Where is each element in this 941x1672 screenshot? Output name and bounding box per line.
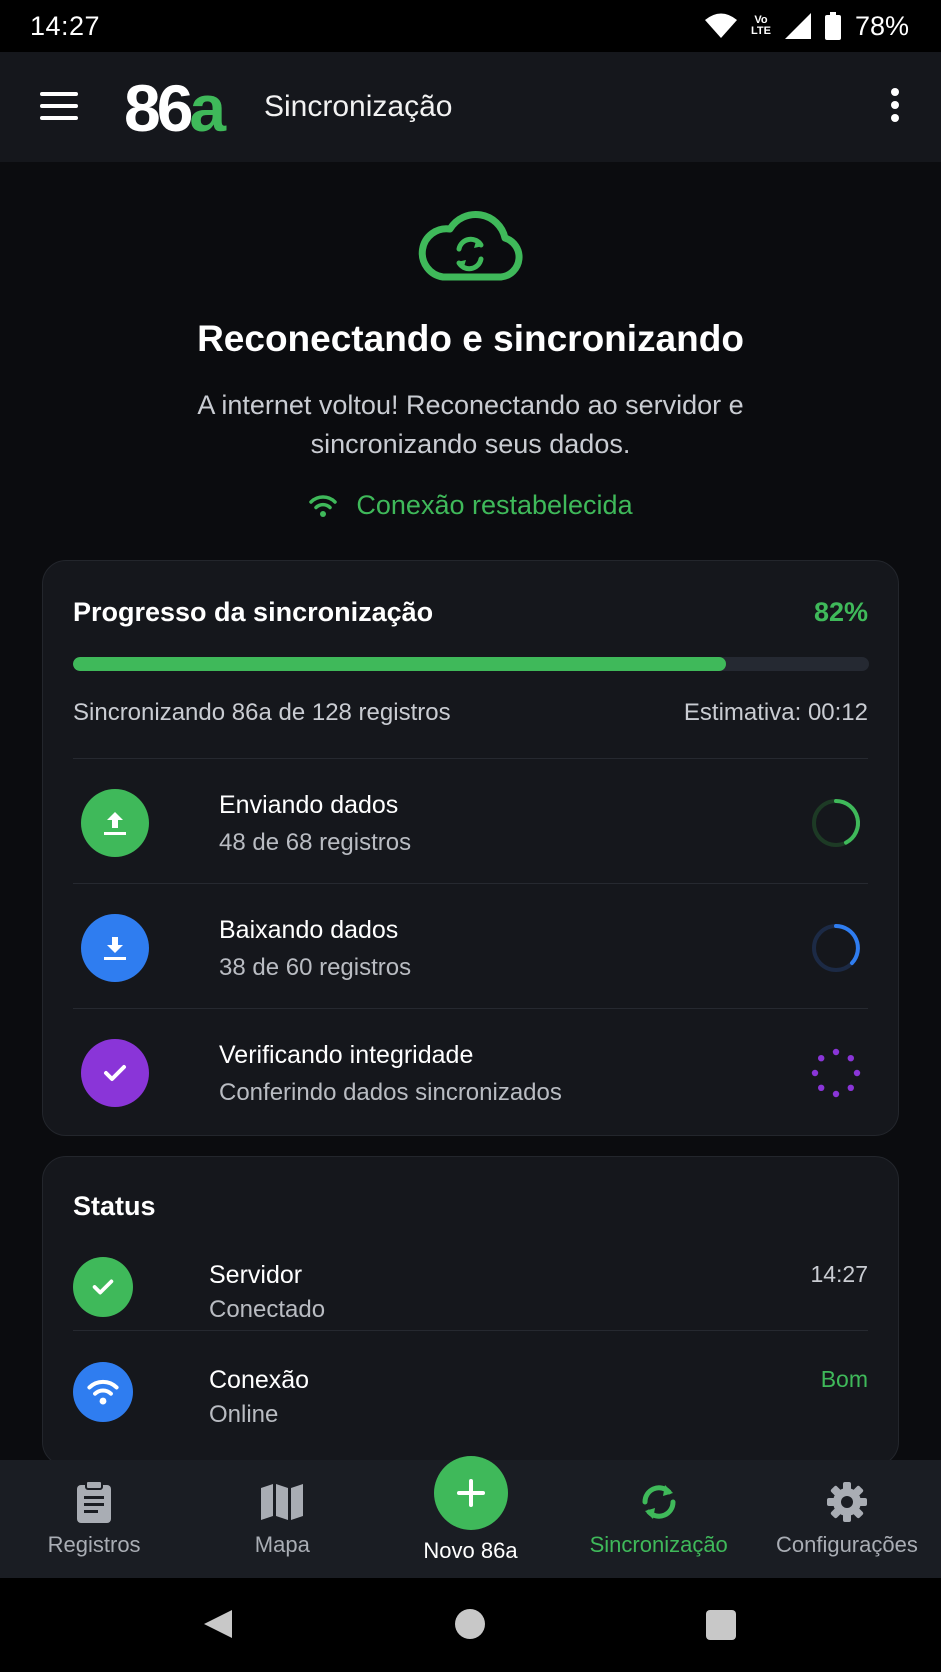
progress-bar — [73, 657, 869, 671]
page-title: Sincronização — [264, 90, 453, 123]
status-row-connection: Conexão Online Bom — [73, 1352, 868, 1448]
check-icon — [81, 1039, 149, 1107]
cloud-sync-icon — [418, 210, 523, 281]
status-name: Servidor — [209, 1261, 303, 1289]
status-value: Bom — [820, 1366, 868, 1392]
home-icon[interactable] — [455, 1609, 485, 1639]
wifi-badge-icon — [73, 1362, 133, 1422]
check-circle-icon — [73, 1257, 133, 1317]
wifi-icon — [704, 13, 737, 38]
status-card: Status Servidor Conectado 14:27 Conexão … — [42, 1156, 899, 1466]
spinner-icon — [812, 924, 860, 972]
task-sub: Conferindo dados sincronizados — [219, 1079, 562, 1106]
volte-label: Vo LTE — [751, 15, 771, 37]
nav-item-mapa[interactable]: Mapa — [188, 1460, 376, 1578]
cell-signal-icon — [784, 13, 811, 39]
task-name: Baixando dados — [219, 916, 399, 944]
progress-detail: Sincronizando 86a de 128 registros — [73, 699, 451, 726]
divider — [73, 1330, 868, 1331]
battery-percent: 78% — [854, 10, 909, 41]
nav-label: Sincronização — [589, 1532, 728, 1557]
progress-title: Progresso da sincronização — [73, 597, 434, 627]
nav-label: Novo 86a — [423, 1538, 518, 1563]
status-sub: Conectado — [209, 1296, 326, 1323]
sync-progress-card: Progresso da sincronização 82% Sincroniz… — [42, 560, 899, 1136]
add-button[interactable] — [433, 1456, 508, 1530]
progress-percent: 82% — [813, 597, 868, 627]
menu-icon[interactable] — [40, 92, 78, 120]
sync-icon — [635, 1478, 683, 1526]
map-icon — [258, 1478, 306, 1526]
dotted-spinner-icon — [811, 1048, 861, 1098]
hero-subtitle: A internet voltou! Reconectando ao servi… — [197, 390, 744, 459]
progress-estimate: Estimativa: 00:12 — [683, 699, 868, 726]
task-download: Baixando dados 38 de 60 registros — [73, 884, 868, 1008]
gear-icon — [823, 1478, 871, 1526]
nav-item-sincronizacao[interactable]: Sincronização — [565, 1460, 753, 1578]
back-icon[interactable] — [202, 1608, 234, 1640]
nav-label: Registros — [47, 1532, 141, 1557]
connection-restored: Conexão restabelecida — [0, 490, 941, 521]
bottom-navigation: Registros Mapa Novo 86a Sincronização Co… — [0, 1456, 941, 1578]
upload-icon — [81, 789, 149, 857]
task-sub: 48 de 68 registros — [219, 829, 412, 856]
nav-label: Configurações — [775, 1532, 918, 1557]
status-title: Status — [73, 1191, 156, 1221]
app-logo: 86a — [124, 68, 226, 148]
clipboard-icon — [70, 1478, 118, 1526]
task-verify: Verificando integridade Conferindo dados… — [73, 1009, 868, 1133]
volte-bottom: LTE — [750, 25, 771, 37]
task-name: Verificando integridade — [219, 1041, 474, 1069]
progress-meta: Sincronizando 86a de 128 registros Estim… — [73, 699, 868, 727]
logo-main: 86 — [124, 71, 193, 145]
status-bar: 14:27 Vo LTE 78% — [0, 0, 941, 52]
hero-title: Reconectando e sincronizando — [197, 318, 744, 359]
app-bar: 86a Sincronização — [0, 52, 941, 162]
logo-accent: a — [189, 71, 226, 145]
recents-icon[interactable] — [706, 1610, 736, 1640]
status-row-server: Servidor Conectado 14:27 — [73, 1247, 868, 1343]
nav-item-configuracoes[interactable]: Configurações — [753, 1460, 941, 1578]
task-sub: 38 de 60 registros — [219, 954, 412, 981]
nav-label: Mapa — [254, 1532, 310, 1557]
download-icon — [81, 914, 149, 982]
status-name: Conexão — [209, 1366, 310, 1394]
battery-icon — [824, 12, 841, 40]
status-value: 14:27 — [810, 1261, 868, 1287]
more-options-icon[interactable] — [889, 88, 901, 124]
task-upload: Enviando dados 48 de 68 registros — [73, 759, 868, 883]
status-sub: Online — [209, 1401, 279, 1428]
status-time: 14:27 — [30, 10, 101, 41]
progress-bar-fill — [73, 657, 726, 671]
plus-icon — [456, 1479, 485, 1507]
connection-status-text: Conexão restabelecida — [356, 490, 633, 520]
spinner-icon — [812, 799, 860, 847]
nav-item-novo[interactable]: Novo 86a — [376, 1456, 564, 1578]
system-navigation — [0, 1578, 941, 1672]
progress-header: Progresso da sincronização 82% — [73, 597, 868, 628]
wifi-icon — [309, 494, 338, 517]
nav-item-registros[interactable]: Registros — [0, 1460, 188, 1578]
task-name: Enviando dados — [219, 791, 399, 819]
status-icons: Vo LTE 78% — [704, 10, 909, 42]
